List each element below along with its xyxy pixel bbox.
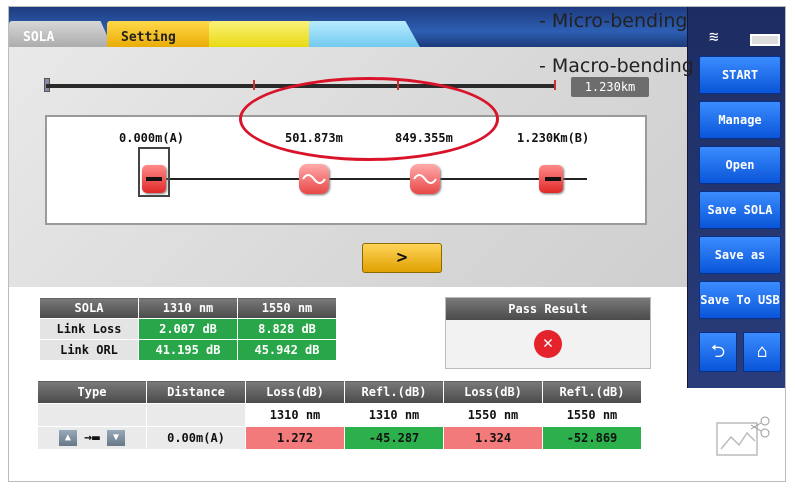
wavelength-cell: 1310 nm [344, 403, 444, 427]
connector-a-icon[interactable] [142, 165, 166, 193]
back-icon[interactable]: ⮌ [699, 332, 737, 372]
link-orl-1550: 45.942 dB [237, 339, 337, 361]
wavelength-cell: 1310 nm [245, 403, 345, 427]
tab-blank-blue[interactable] [309, 21, 421, 49]
summary-header: SOLA [39, 297, 139, 319]
summary-table: SOLA 1310 nm 1550 nm Link Loss 2.007 dB … [39, 297, 337, 361]
wavelength-cell: 1550 nm [443, 403, 543, 427]
bend-event-icon[interactable] [410, 164, 440, 194]
trace-cut-icon[interactable] [715, 411, 775, 467]
event-label: 1.230Km(B) [517, 131, 590, 145]
event-refl-1550: -52.869 [542, 426, 642, 450]
fail-icon: ✕ [534, 330, 562, 358]
pass-result-panel: Pass Result ✕ [445, 297, 651, 369]
event-refl-1310: -45.287 [344, 426, 444, 450]
fiber-line [162, 178, 587, 180]
save-sola-button[interactable]: Save SOLA [699, 191, 781, 229]
open-button[interactable]: Open [699, 146, 781, 184]
prev-event-button[interactable]: ▲ [58, 430, 77, 446]
next-button[interactable]: > [362, 243, 442, 273]
event-table-header: Distance [146, 380, 246, 404]
device-screen: SOLA Setting 1.230km 0.000m(A) 501.873m … [8, 6, 786, 482]
event-table-header: Refl.(dB) [542, 380, 642, 404]
link-orl-1310: 41.195 dB [138, 339, 238, 361]
summary-row-label: Link Loss [39, 318, 139, 340]
link-length-display: 1.230km [571, 77, 649, 97]
track-event-marker [554, 80, 556, 90]
home-icon[interactable]: ⌂ [743, 332, 781, 372]
event-loss-1550: 1.324 [443, 426, 543, 450]
event-table-header: Loss(dB) [443, 380, 543, 404]
track-event-marker [253, 80, 255, 90]
wifi-icon: ≋ [709, 27, 719, 46]
event-type-cell: ▲ →▬ ▼ [37, 426, 147, 450]
link-loss-1550: 8.828 dB [237, 318, 337, 340]
wavelength-spacer [37, 403, 147, 427]
summary-header: 1550 nm [237, 297, 337, 319]
bending-highlight-ellipse [239, 77, 499, 161]
next-event-button[interactable]: ▼ [107, 430, 126, 446]
summary-row-label: Link ORL [39, 339, 139, 361]
bend-event-icon[interactable] [299, 164, 329, 194]
save-as-button[interactable]: Save as [699, 236, 781, 274]
tab-sola[interactable]: SOLA [9, 21, 113, 49]
manage-button[interactable]: Manage [699, 101, 781, 139]
event-label: 0.000m(A) [119, 131, 185, 145]
micro-bending-annotation: - Micro-bending [539, 10, 688, 32]
start-button[interactable]: START [699, 56, 781, 94]
macro-bending-annotation: - Macro-bending [539, 55, 694, 77]
event-distance: 0.00m(A) [146, 426, 246, 450]
event-table-header: Loss(dB) [245, 380, 345, 404]
save-to-usb-button[interactable]: Save To USB [699, 281, 781, 319]
event-loss-1310: 1.272 [245, 426, 345, 450]
wavelength-cell: 1550 nm [542, 403, 642, 427]
event-table: Type Distance Loss(dB) Refl.(dB) Loss(dB… [37, 380, 642, 450]
connector-type-icon: →▬ [84, 430, 100, 446]
event-table-header: Refl.(dB) [344, 380, 444, 404]
event-table-header: Type [37, 380, 147, 404]
wavelength-spacer [146, 403, 246, 427]
link-loss-1310: 2.007 dB [138, 318, 238, 340]
battery-icon [750, 34, 780, 46]
summary-header: 1310 nm [138, 297, 238, 319]
pass-result-title: Pass Result [446, 298, 650, 320]
connector-b-icon[interactable] [539, 165, 563, 193]
